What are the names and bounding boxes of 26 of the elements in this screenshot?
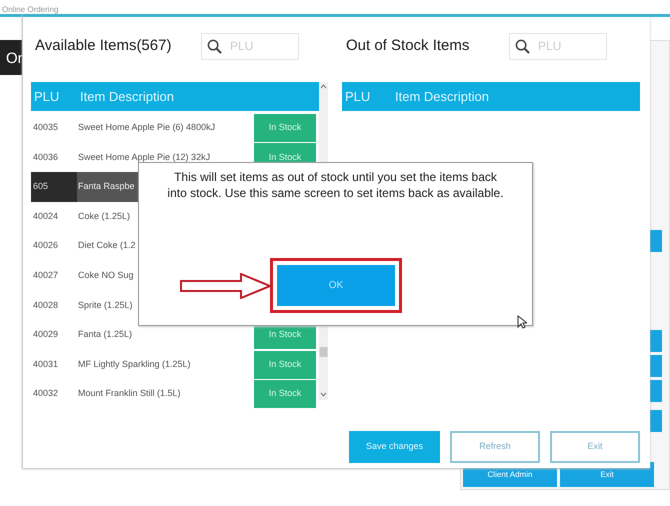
table-cell-text: Mount Franklin Still (1.5L)	[77, 387, 182, 400]
column-header: PLU	[33, 88, 60, 106]
window-title: Online Ordering	[2, 4, 58, 16]
table-cell-text: 40028	[32, 298, 60, 312]
table-cell-text: 40024	[32, 210, 60, 223]
table-cell-text: MF Lightly Sparkling (1.25L)	[77, 358, 192, 371]
table-cell-text: Sprite (1.25L)	[77, 298, 134, 312]
table-cell-text: 40027	[32, 269, 60, 282]
column-header: PLU	[344, 88, 372, 106]
column-header: Item Description	[79, 88, 174, 106]
panel-title: Available Items(567)	[35, 36, 172, 56]
table-cell-text: 40026	[32, 239, 60, 252]
column-header: Item Description	[394, 88, 489, 106]
table-cell-text: Sweet Home Apple Pie (6) 4800kJ	[77, 121, 216, 134]
table-cell-text: Sweet Home Apple Pie (12) 32kJ	[77, 150, 212, 164]
table-cell-text: Diet Coke (1.2	[77, 239, 137, 252]
table-cell-text: 40032	[32, 387, 60, 400]
table-cell-text: 40029	[32, 328, 60, 342]
table-cell: 605	[31, 172, 77, 202]
table-cell-text: 40035	[32, 121, 60, 134]
table-cell-text: Coke (1.25L)	[77, 210, 132, 223]
table-cell-text: 40036	[32, 150, 60, 164]
table-cell-text: Coke NO Sug	[77, 269, 135, 282]
table-cell-text: Fanta (1.25L)	[77, 328, 134, 342]
panel-title: Out of Stock Items	[346, 36, 470, 56]
table-cell-text: 40031	[32, 358, 60, 371]
